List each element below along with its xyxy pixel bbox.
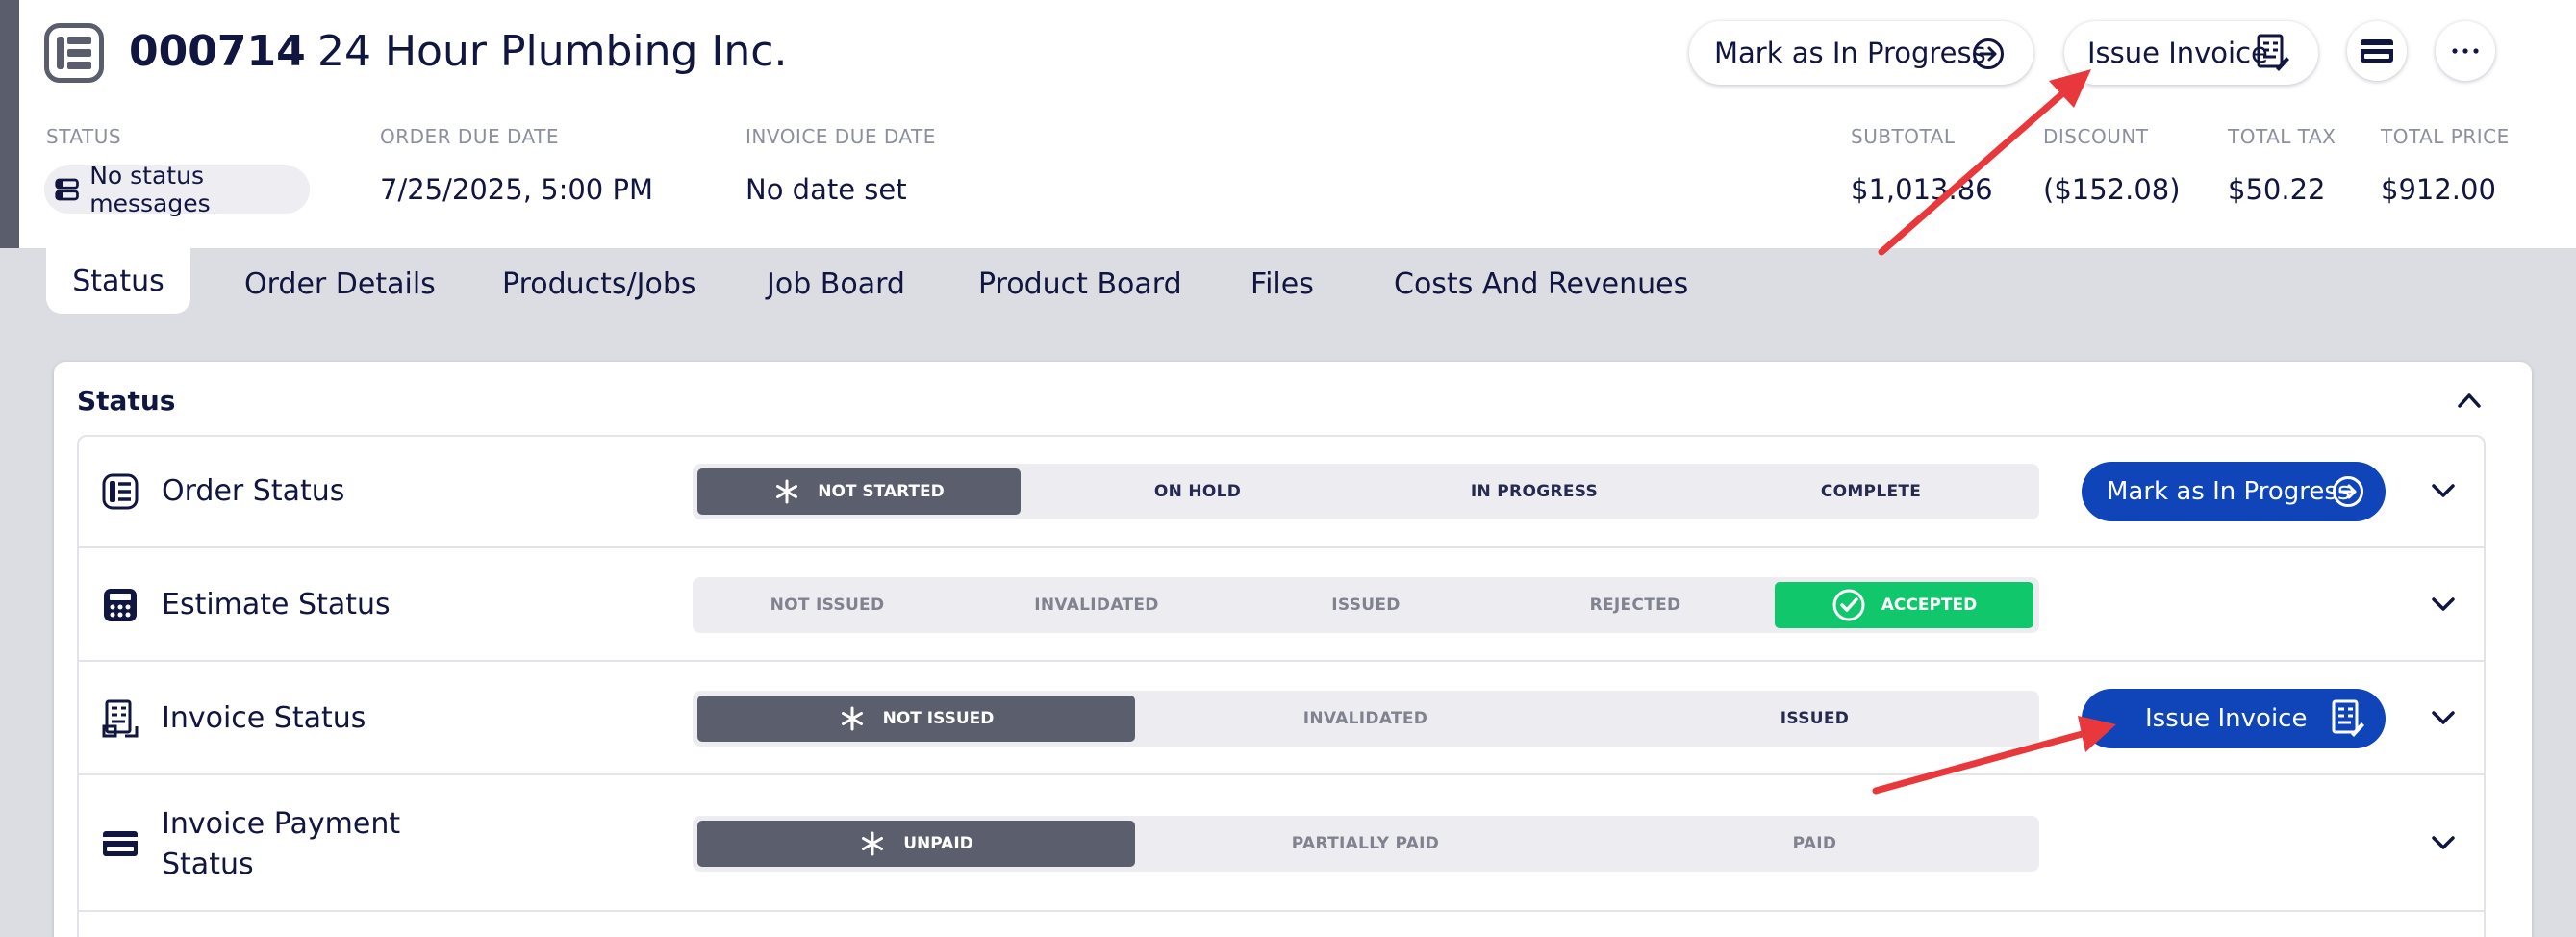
stage-on-hold[interactable]: ON HOLD <box>1029 464 1366 519</box>
chevron-down-icon[interactable] <box>2430 593 2457 616</box>
estimate-status-label: Estimate Status <box>162 588 391 621</box>
payment-button[interactable] <box>2347 21 2407 81</box>
stage-label: UNPAID <box>903 834 973 853</box>
mark-in-progress-button[interactable]: Mark as In Progress <box>1689 21 2033 85</box>
invoice-payment-status-label: Invoice Payment Status <box>162 804 400 885</box>
mark-in-progress-label: Mark as In Progress <box>1714 37 1986 69</box>
next-status-row <box>77 912 2486 937</box>
discount-value: ($152.08) <box>2043 173 2181 206</box>
estimate-status-stages: NOT ISSUED INVALIDATED ISSUED REJECTED A… <box>693 577 2039 633</box>
stage-issued[interactable]: ISSUED <box>1590 691 2039 747</box>
chevron-down-icon[interactable] <box>2430 831 2457 854</box>
invoice-due-label: INVOICE DUE DATE <box>745 125 936 148</box>
more-horizontal-icon <box>2452 48 2479 54</box>
subtotal-label: SUBTOTAL <box>1851 125 1956 148</box>
stage-complete[interactable]: COMPLETE <box>1703 464 2039 519</box>
order-number: 000714 <box>129 27 306 76</box>
stage-label: NOT STARTED <box>818 482 945 501</box>
arrow-right-circle-icon <box>2333 476 2363 507</box>
company-name: 24 Hour Plumbing Inc. <box>317 27 788 76</box>
stage-accepted[interactable]: ACCEPTED <box>1775 582 2033 628</box>
order-header: 000714 24 Hour Plumbing Inc. Mark as In … <box>0 0 2576 248</box>
stage-label: ACCEPTED <box>1881 595 1978 615</box>
order-list-icon <box>102 473 139 510</box>
status-label: STATUS <box>46 125 122 148</box>
status-badge: No status messages <box>44 162 310 217</box>
tab-order-details[interactable]: Order Details <box>244 267 436 301</box>
issue-invoice-button[interactable]: Issue Invoice <box>2064 21 2318 85</box>
status-badge-text: No status messages <box>89 162 211 217</box>
check-circle-icon <box>1832 589 1865 621</box>
invoice-status-stages: NOT ISSUED INVALIDATED ISSUED <box>693 691 2039 747</box>
order-due-value: 7/25/2025, 5:00 PM <box>380 173 653 206</box>
credit-card-icon <box>2361 39 2393 63</box>
label-line-2: Status <box>162 848 254 881</box>
total-tax-label: TOTAL TAX <box>2228 125 2336 148</box>
tab-products-jobs[interactable]: Products/Jobs <box>502 267 696 301</box>
chevron-down-icon[interactable] <box>2430 706 2457 729</box>
stage-unpaid[interactable]: UNPAID <box>697 821 1135 867</box>
action-label: Mark as In Progress <box>2107 477 2351 506</box>
subtotal-value: $1,013.86 <box>1851 173 1993 206</box>
tab-files[interactable]: Files <box>1250 267 1314 301</box>
more-options-button[interactable] <box>2436 21 2495 81</box>
stage-issued[interactable]: ISSUED <box>1231 577 1501 633</box>
order-list-icon <box>44 23 104 83</box>
status-messages-icon <box>55 178 79 201</box>
tab-status[interactable]: Status <box>46 248 190 314</box>
stage-label: NOT ISSUED <box>882 709 995 728</box>
invoice-icon <box>2257 34 2289 71</box>
tab-job-board[interactable]: Job Board <box>767 267 905 301</box>
order-status-label: Order Status <box>162 474 345 508</box>
total-price-label: TOTAL PRICE <box>2381 125 2510 148</box>
asterisk-icon <box>776 479 798 504</box>
tab-product-board[interactable]: Product Board <box>978 267 1182 301</box>
collapse-button[interactable] <box>2455 389 2484 416</box>
invoice-icon <box>102 699 139 738</box>
stage-invalidated[interactable]: INVALIDATED <box>962 577 1231 633</box>
issue-invoice-label: Issue Invoice <box>2087 37 2268 69</box>
asterisk-icon <box>862 831 884 856</box>
stage-partially-paid[interactable]: PARTIALLY PAID <box>1141 816 1590 872</box>
arrow-right-circle-icon <box>1973 38 2004 69</box>
chevron-down-icon[interactable] <box>2430 479 2457 502</box>
order-due-label: ORDER DUE DATE <box>380 125 559 148</box>
total-price-value: $912.00 <box>2381 173 2496 206</box>
tab-costs-and-revenues[interactable]: Costs And Revenues <box>1394 267 1688 301</box>
action-label: Issue Invoice <box>2145 704 2308 733</box>
stage-rejected[interactable]: REJECTED <box>1501 577 1770 633</box>
asterisk-icon <box>841 706 863 731</box>
mark-in-progress-action-button[interactable]: Mark as In Progress <box>2082 462 2386 521</box>
panel-title: Status <box>77 385 176 417</box>
invoice-due-value: No date set <box>745 173 907 206</box>
stage-in-progress[interactable]: IN PROGRESS <box>1366 464 1703 519</box>
payment-status-stages: UNPAID PARTIALLY PAID PAID <box>693 816 2039 872</box>
calculator-icon <box>104 589 137 621</box>
stage-not-issued[interactable]: NOT ISSUED <box>693 577 962 633</box>
issue-invoice-action-button[interactable]: Issue Invoice <box>2082 689 2386 748</box>
stage-paid[interactable]: PAID <box>1590 816 2039 872</box>
header-accent-bar <box>0 0 19 248</box>
invoice-status-label: Invoice Status <box>162 701 366 735</box>
label-line-1: Invoice Payment <box>162 807 401 841</box>
stage-invalidated[interactable]: INVALIDATED <box>1141 691 1590 747</box>
order-status-stages: NOT STARTED ON HOLD IN PROGRESS COMPLETE <box>693 464 2039 519</box>
stage-not-issued[interactable]: NOT ISSUED <box>697 696 1135 742</box>
discount-label: DISCOUNT <box>2043 125 2149 148</box>
invoice-icon <box>2332 699 2364 737</box>
total-tax-value: $50.22 <box>2228 173 2326 206</box>
credit-card-icon <box>103 831 138 856</box>
stage-not-started[interactable]: NOT STARTED <box>697 468 1021 515</box>
chevron-up-icon <box>2458 393 2481 408</box>
